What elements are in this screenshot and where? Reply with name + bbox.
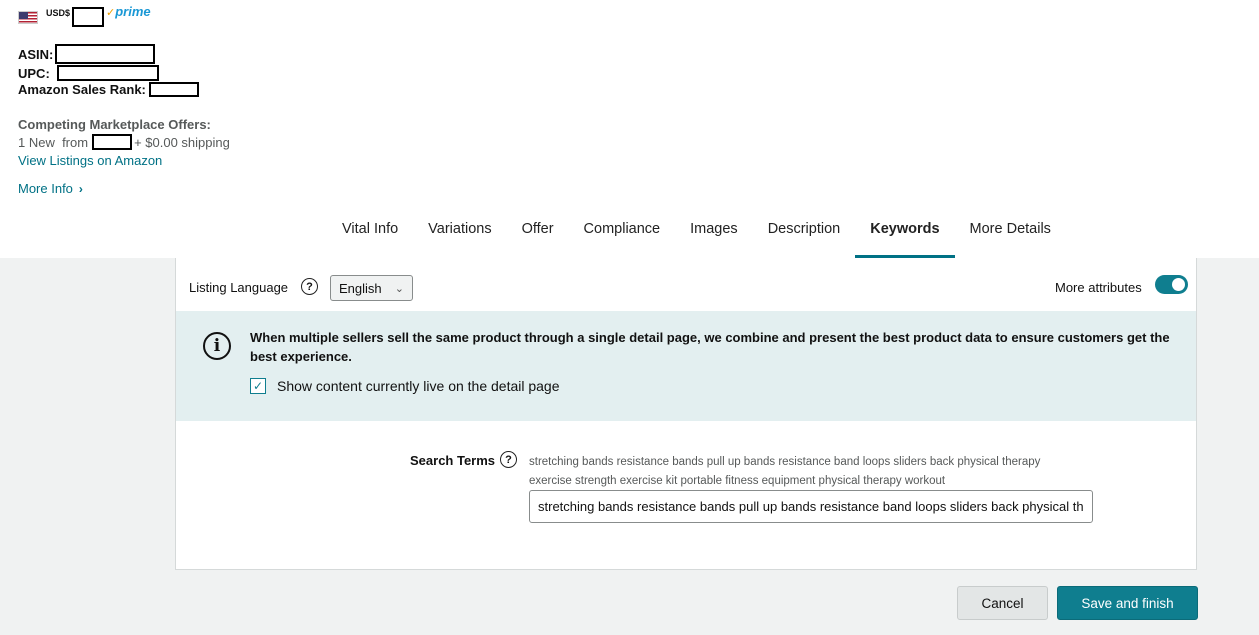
- redacted-price: [72, 7, 105, 27]
- listing-language-label: Listing Language: [189, 280, 289, 295]
- language-value: English: [339, 280, 382, 296]
- us-flag-icon: [18, 11, 38, 24]
- currency-label: USD$: [46, 8, 71, 18]
- show-live-checkbox[interactable]: ✓: [250, 378, 266, 394]
- chevron-down-icon: ⌄: [394, 282, 404, 295]
- tab-offer[interactable]: Offer: [507, 210, 569, 258]
- help-icon[interactable]: ?: [301, 278, 318, 295]
- search-terms-input[interactable]: [529, 490, 1093, 523]
- competing-offers-title: Competing Marketplace Offers:: [18, 117, 211, 132]
- more-info-link[interactable]: More Info ›: [18, 181, 83, 196]
- search-terms-help-icon[interactable]: ?: [500, 451, 517, 468]
- redacted-asin: [55, 44, 156, 64]
- show-live-row: ✓ Show content currently live on the det…: [250, 378, 560, 394]
- tab-images[interactable]: Images: [675, 210, 753, 258]
- tab-keywords[interactable]: Keywords: [855, 210, 955, 258]
- tab-description[interactable]: Description: [753, 210, 856, 258]
- offers-line: 1 New from + $0.00 shipping: [18, 134, 230, 150]
- search-terms-hint: stretching bands resistance bands pull u…: [529, 456, 1041, 487]
- asin-label: ASIN:: [18, 46, 54, 62]
- language-row: Listing Language ? English ⌄ More attrib…: [176, 258, 1196, 310]
- prime-check-icon: ✓: [106, 7, 116, 19]
- keywords-panel: Listing Language ? English ⌄ More attrib…: [175, 258, 1197, 570]
- asin-line: ASIN:: [18, 44, 156, 64]
- sales-rank-line: Amazon Sales Rank:: [18, 82, 199, 97]
- info-banner: i When multiple sellers sell the same pr…: [176, 311, 1196, 421]
- more-info-label: More Info: [18, 181, 73, 196]
- redacted-sales-rank: [148, 82, 199, 97]
- tab-vital-info[interactable]: Vital Info: [327, 210, 413, 258]
- more-attributes-label: More attributes: [1055, 280, 1142, 295]
- language-select[interactable]: English ⌄: [330, 275, 413, 301]
- prime-badge: ✓prime: [106, 4, 151, 19]
- search-terms-label: Search Terms: [410, 453, 496, 468]
- redacted-upc: [56, 65, 159, 81]
- tab-compliance[interactable]: Compliance: [569, 210, 676, 258]
- save-and-finish-button[interactable]: Save and finish: [1057, 586, 1198, 620]
- product-header: USD$ ✓prime ASIN: UPC: Amazon Sales Rank…: [0, 0, 1259, 258]
- upc-label: UPC:: [18, 65, 50, 81]
- info-text: When multiple sellers sell the same prod…: [250, 330, 1170, 364]
- sales-rank-label: Amazon Sales Rank:: [18, 82, 146, 97]
- show-live-label: Show content currently live on the detai…: [277, 378, 560, 394]
- view-listings-link[interactable]: View Listings on Amazon: [18, 153, 162, 168]
- tab-more-details[interactable]: More Details: [955, 210, 1066, 258]
- tab-bar: Vital Info Variations Offer Compliance I…: [327, 210, 1066, 258]
- info-icon: i: [203, 332, 231, 360]
- offers-count: 1 New from: [18, 134, 89, 150]
- upc-line: UPC:: [18, 65, 159, 81]
- tab-variations[interactable]: Variations: [413, 210, 506, 258]
- more-attributes-toggle[interactable]: [1155, 275, 1188, 294]
- chevron-right-icon: ›: [78, 181, 83, 196]
- redacted-offer-price: [92, 134, 133, 150]
- price-row: USD$ ✓prime: [18, 4, 151, 27]
- prime-label: prime: [115, 4, 151, 19]
- cancel-button[interactable]: Cancel: [957, 586, 1048, 620]
- shipping-text: + $0.00 shipping: [134, 134, 230, 150]
